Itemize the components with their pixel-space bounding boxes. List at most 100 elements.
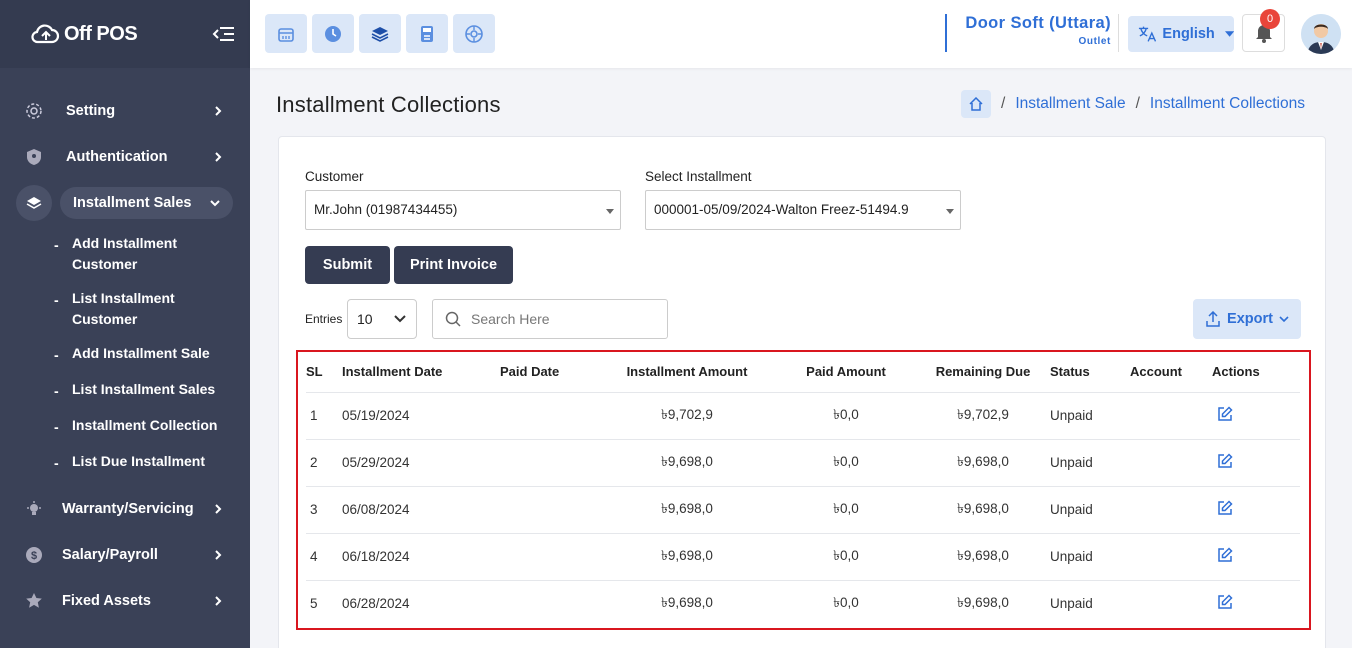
cell-account — [1130, 532, 1212, 580]
edit-icon[interactable] — [1217, 406, 1233, 422]
search-input[interactable] — [471, 311, 651, 327]
dollar-icon: $ — [24, 545, 44, 565]
register-icon — [465, 24, 483, 43]
cell-sl: 1 — [306, 391, 342, 439]
table-body: 1 05/19/2024 ৳9,702,9 ৳0,0 ৳9,702,9 Unpaid 2 05… — [306, 391, 1300, 627]
sidebar-item-setting[interactable]: Setting — [0, 88, 250, 134]
cell-installment-amount: ৳9,702,9 — [598, 391, 776, 439]
sidebar-item-label: Warranty/Servicing — [62, 501, 194, 517]
sidebar-item-installment-sales[interactable]: Installment Sales — [0, 180, 250, 226]
calculator-icon — [421, 25, 433, 42]
installment-select[interactable]: 000001-05/09/2024-Walton Freez-51494.9 — [645, 190, 961, 230]
edit-icon[interactable] — [1217, 547, 1233, 563]
cell-actions — [1212, 485, 1300, 533]
sidebar-item-salary[interactable]: $ Salary/Payroll — [0, 532, 250, 578]
cell-remaining-due: ৳9,698,0 — [916, 579, 1050, 627]
clock-icon — [325, 25, 341, 42]
quick-clock-button[interactable] — [312, 14, 354, 53]
entries-select[interactable]: 10 — [347, 299, 417, 339]
store-type: Outlet — [1078, 36, 1111, 47]
sidebar-item-label: Authentication — [66, 149, 168, 165]
quick-register-button[interactable] — [453, 14, 495, 53]
submenu-label: Installment Collection — [72, 417, 218, 433]
column-header[interactable]: SL — [306, 352, 342, 392]
column-header[interactable]: Status — [1050, 352, 1130, 392]
sidebar-item-label: Salary/Payroll — [62, 547, 158, 563]
cell-paid-date — [500, 391, 598, 439]
breadcrumb-link[interactable]: Installment Sale — [1015, 95, 1125, 113]
quick-calculator-button[interactable] — [406, 14, 448, 53]
submit-button[interactable]: Submit — [305, 246, 390, 284]
submenu-item-list-installment-sales[interactable]: - List Installment Sales — [54, 372, 250, 408]
sidebar-item-warranty[interactable]: Warranty/Servicing — [0, 486, 250, 532]
submenu-item-list-due-installment[interactable]: - List Due Installment — [54, 444, 250, 480]
search-icon — [445, 311, 461, 327]
brand-logo[interactable]: Off POS — [30, 22, 138, 46]
submenu-label: Add Installment Sale — [72, 345, 210, 361]
cell-remaining-due: ৳9,702,9 — [916, 391, 1050, 439]
home-icon — [969, 97, 983, 111]
quick-pos-button[interactable] — [265, 14, 307, 53]
user-avatar-icon — [1301, 14, 1341, 54]
cell-installment-date: 06/08/2024 — [342, 485, 500, 533]
column-header[interactable]: Account — [1130, 352, 1212, 392]
dash-marker: - — [54, 292, 59, 308]
cell-remaining-due: ৳9,698,0 — [916, 485, 1050, 533]
language-label: English — [1162, 26, 1215, 42]
submenu-label: List Installment Sales — [72, 381, 216, 397]
print-invoice-button[interactable]: Print Invoice — [394, 246, 513, 284]
menu-collapse-icon[interactable] — [212, 23, 236, 45]
submenu-item-add-installment-sale[interactable]: - Add Installment Sale — [54, 336, 250, 372]
dash-marker: - — [54, 347, 59, 363]
sidebar-item-fixed-assets[interactable]: Fixed Assets — [0, 578, 250, 624]
language-selector[interactable]: English — [1128, 16, 1234, 52]
cell-status: Unpaid — [1050, 391, 1130, 439]
caret-down-icon — [1224, 31, 1234, 37]
sidebar-item-authentication[interactable]: Authentication — [0, 134, 250, 180]
submenu-label: List Due Installment — [72, 453, 206, 469]
gear-icon — [24, 101, 44, 121]
search-box[interactable] — [432, 299, 668, 339]
edit-icon[interactable] — [1217, 594, 1233, 610]
dash-marker: - — [54, 383, 59, 399]
star-icon — [24, 591, 44, 611]
cell-account — [1130, 438, 1212, 486]
cell-sl: 5 — [306, 579, 342, 627]
svg-text:$: $ — [31, 550, 37, 562]
caret-down-icon — [946, 209, 954, 214]
dash-marker: - — [54, 455, 59, 471]
cell-actions — [1212, 391, 1300, 439]
chevron-right-icon — [215, 152, 222, 162]
chevron-right-icon — [215, 106, 222, 116]
chevron-down-icon — [210, 200, 220, 207]
top-header: Door Soft (Uttara) Outlet English 0 — [250, 0, 1352, 68]
pos-icon — [278, 27, 294, 42]
submenu-item-add-installment-customer[interactable]: - Add Installment Customer — [54, 226, 250, 281]
installments-table: SL Installment Date Paid Date Installmen… — [306, 352, 1300, 627]
column-header[interactable]: Installment Amount — [598, 352, 776, 392]
column-header[interactable]: Remaining Due — [916, 352, 1050, 392]
avatar[interactable] — [1301, 14, 1341, 54]
sidebar-item-label: Installment Sales — [73, 195, 192, 211]
customer-select[interactable]: Mr.John (01987434455) — [305, 190, 621, 230]
active-pill: Installment Sales — [60, 187, 233, 219]
chevron-down-icon — [1279, 316, 1289, 323]
edit-icon[interactable] — [1217, 500, 1233, 516]
export-button[interactable]: Export — [1193, 299, 1301, 339]
cell-installment-amount: ৳9,698,0 — [598, 532, 776, 580]
submenu-item-list-installment-customer[interactable]: - List Installment Customer — [54, 281, 250, 336]
shield-icon — [24, 147, 44, 167]
layers-icon — [371, 26, 389, 42]
column-header[interactable]: Installment Date — [342, 352, 500, 392]
store-info[interactable]: Door Soft (Uttara) Outlet — [945, 14, 1111, 52]
cell-status: Unpaid — [1050, 485, 1130, 533]
submenu-item-installment-collection[interactable]: - Installment Collection — [54, 408, 250, 444]
breadcrumb-home[interactable] — [961, 90, 991, 118]
column-header[interactable]: Paid Amount — [776, 352, 916, 392]
edit-icon[interactable] — [1217, 453, 1233, 469]
store-name: Door Soft (Uttara) — [965, 14, 1111, 32]
column-header[interactable]: Paid Date — [500, 352, 598, 392]
brand-name: Off POS — [64, 22, 138, 45]
layers-icon — [16, 185, 52, 221]
quick-layers-button[interactable] — [359, 14, 401, 53]
